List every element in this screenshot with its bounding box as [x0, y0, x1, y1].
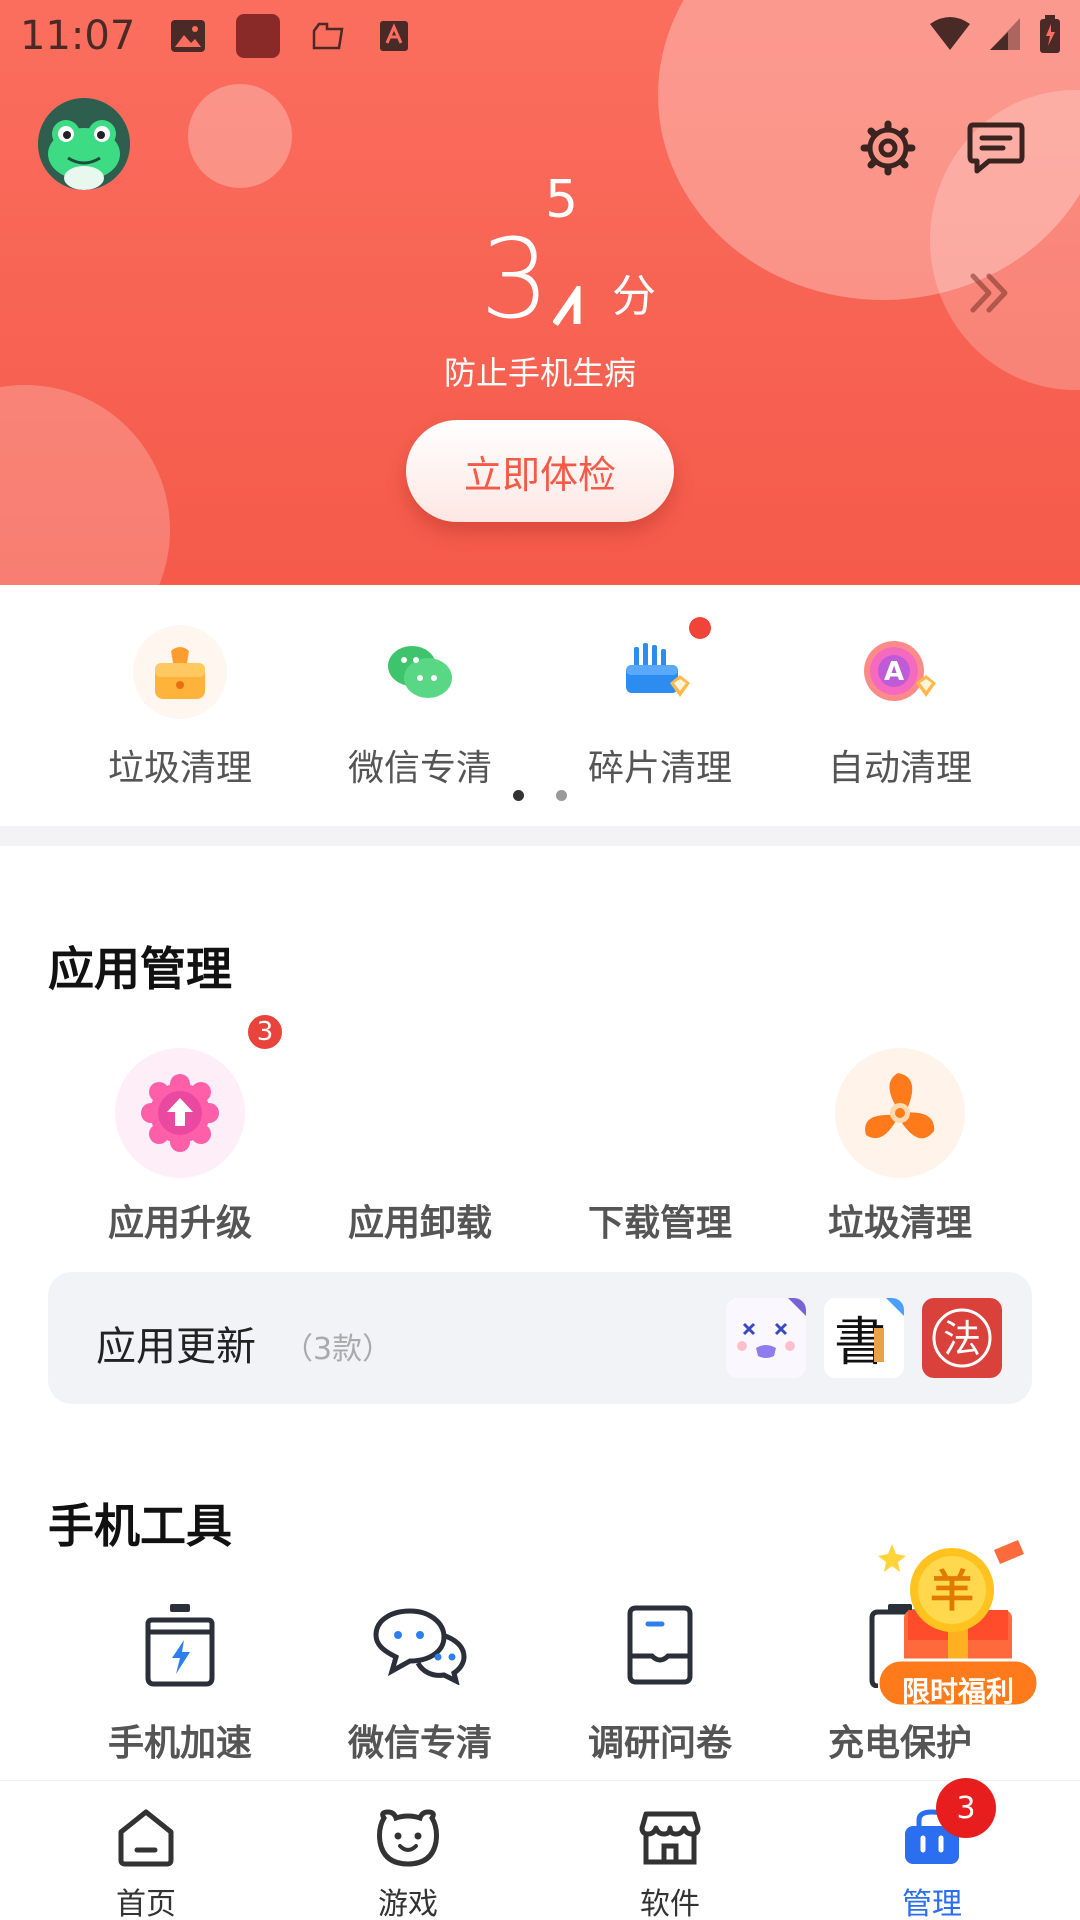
svg-text:A: A [884, 657, 904, 687]
app-uninstall-button[interactable]: 应用卸载 [300, 1048, 540, 1246]
nav-software-label: 软件 [640, 1887, 700, 1920]
wechat-clean-label: 微信专清 [347, 1723, 492, 1764]
app-thumb-law-icon: 法 [922, 1298, 1002, 1378]
hero-panel: 11:07 5 3 分 防止手机生病 立即体检 [0, 0, 1080, 585]
nav-manage[interactable]: 管理 [832, 1803, 1032, 1920]
app-update-count: （3款） [283, 1332, 393, 1367]
app-upgrade-label: 应用升级 [107, 1203, 252, 1244]
nav-home[interactable]: 首页 [46, 1803, 246, 1920]
phone-tools-title: 手机工具 [48, 1499, 232, 1553]
decor-bubble [0, 385, 170, 585]
quick-tool-auto-clean[interactable]: A 自动清理 [780, 625, 1020, 791]
user-avatar[interactable] [38, 98, 130, 190]
app-notification-icon [235, 13, 281, 59]
score-animating-digit-2 [552, 280, 587, 326]
folder-icon [309, 17, 347, 55]
gallery-icon [169, 17, 207, 55]
page-dot-active [513, 790, 524, 801]
quick-tool-label: 微信专清 [347, 748, 492, 789]
new-dot [689, 617, 711, 639]
battery-status-icon [1038, 14, 1062, 58]
speedup-icon [125, 1590, 235, 1700]
app-update-title: 应用更新 [96, 1324, 256, 1370]
survey-label: 调研问卷 [587, 1723, 732, 1764]
junk-clean-label: 垃圾清理 [827, 1203, 972, 1244]
quick-tool-label: 自动清理 [827, 748, 972, 789]
score-subtitle: 防止手机生病 [443, 354, 636, 392]
home-icon [111, 1803, 181, 1873]
quick-tool-wechat-clean[interactable]: 微信专清 [300, 625, 540, 791]
app-thumb-face-icon [726, 1298, 806, 1378]
store-icon [635, 1803, 705, 1873]
app-update-bar[interactable]: 应用更新 （3款） 書 法 [48, 1272, 1032, 1404]
app-uninstall-label: 应用卸载 [347, 1203, 492, 1244]
app-management-title: 应用管理 [48, 942, 232, 996]
fragment-icon [613, 617, 711, 719]
svg-text:法: 法 [943, 1317, 981, 1361]
fan-icon [835, 1048, 965, 1178]
status-system-icons [928, 14, 1062, 58]
page-dot [556, 790, 567, 801]
quick-tool-junk-clean[interactable]: 垃圾清理 [60, 625, 300, 791]
promo-label: 限时福利 [901, 1675, 1014, 1708]
nav-game-label: 游戏 [378, 1887, 438, 1920]
promo-coin-symbol: 羊 [930, 1566, 974, 1617]
survey-icon [605, 1590, 715, 1700]
auto-clean-icon: A [853, 625, 947, 719]
chat-bubbles-icon [365, 1590, 475, 1700]
app-upgrade-icon: 3 [115, 1012, 285, 1178]
trash-bag-icon [133, 625, 227, 719]
message-icon[interactable] [966, 118, 1026, 178]
bottom-navigation: 首页 游戏 软件 管理 [0, 1780, 1080, 1920]
upgrade-count-badge: 3 [245, 1012, 285, 1052]
phone-speedup-label: 手机加速 [107, 1723, 252, 1764]
wifi-icon [928, 16, 972, 56]
wechat-icon [373, 625, 467, 719]
wechat-clean-button[interactable]: 微信专清 [300, 1590, 540, 1766]
signal-icon [988, 16, 1022, 56]
quick-tool-label: 垃圾清理 [107, 748, 252, 789]
check-now-button[interactable]: 立即体检 [406, 420, 674, 522]
phone-speedup-button[interactable]: 手机加速 [60, 1590, 300, 1766]
status-bar: 11:07 [0, 0, 1080, 72]
limited-welfare-promo[interactable]: 羊 限时福利 [876, 1530, 1040, 1720]
decor-bubble [188, 84, 292, 188]
download-icon [595, 1048, 725, 1178]
page-indicator [0, 790, 1080, 801]
nav-software[interactable]: 软件 [570, 1803, 770, 1920]
survey-button[interactable]: 调研问卷 [540, 1590, 780, 1766]
app-thumb-book-icon: 書 [824, 1298, 904, 1378]
font-icon [375, 17, 413, 55]
nav-game[interactable]: 游戏 [308, 1803, 508, 1920]
status-time: 11:07 [20, 13, 136, 59]
game-icon [373, 1803, 443, 1873]
quick-tools: 垃圾清理 微信专清 碎片清理 A 自动清理 [0, 585, 1080, 825]
nav-manage-label: 管理 [902, 1887, 962, 1920]
manage-count-badge: 3 [936, 1778, 996, 1838]
score-unit: 分 [612, 271, 656, 322]
app-uninstall-icon [355, 1048, 485, 1178]
quick-tool-fragment-clean[interactable]: 碎片清理 [540, 617, 780, 791]
score-value: 3 [480, 215, 550, 343]
junk-clean-button[interactable]: 垃圾清理 [780, 1048, 1020, 1246]
app-upgrade-button[interactable]: 3 应用升级 [60, 1012, 300, 1246]
settings-gear-icon[interactable] [858, 118, 918, 178]
double-chevron-right-icon[interactable] [965, 268, 1015, 318]
charge-protect-label: 充电保护 [827, 1723, 972, 1764]
download-manage-button[interactable]: 下载管理 [540, 1048, 780, 1246]
section-divider [0, 826, 1080, 846]
download-manage-label: 下载管理 [587, 1203, 732, 1244]
nav-home-label: 首页 [116, 1887, 176, 1920]
quick-tool-label: 碎片清理 [587, 748, 732, 789]
